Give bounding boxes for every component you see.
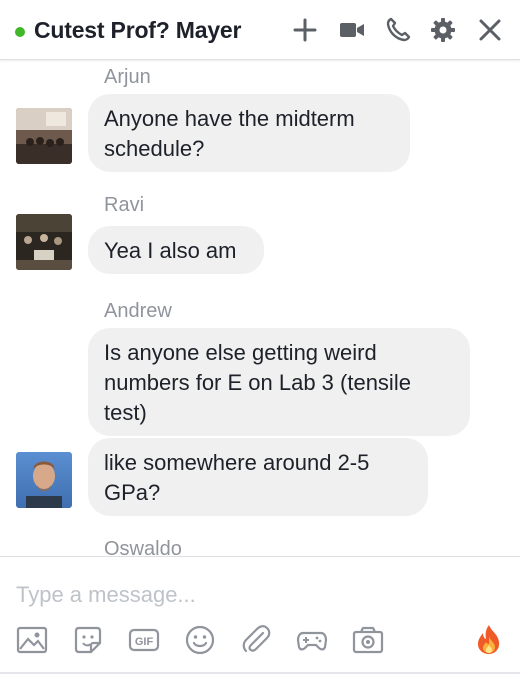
close-icon[interactable] bbox=[476, 16, 504, 44]
gear-icon[interactable] bbox=[429, 16, 457, 44]
game-controller-icon[interactable] bbox=[295, 623, 329, 657]
sender-name: Oswaldo bbox=[104, 538, 182, 556]
image-icon[interactable] bbox=[15, 623, 49, 657]
message-bubble[interactable]: like somewhere around 2-5 GPa? bbox=[88, 438, 428, 516]
svg-text:GIF: GIF bbox=[135, 636, 154, 648]
attachment-icon[interactable] bbox=[239, 623, 273, 657]
camera-icon[interactable] bbox=[351, 623, 385, 657]
video-camera-icon[interactable] bbox=[338, 16, 366, 44]
sticker-icon[interactable] bbox=[71, 623, 105, 657]
message-bubble[interactable]: Is anyone else getting weird numbers for… bbox=[88, 328, 470, 436]
plus-icon[interactable] bbox=[291, 16, 319, 44]
sender-name: Andrew bbox=[104, 300, 172, 322]
phone-icon[interactable] bbox=[384, 16, 412, 44]
avatar[interactable] bbox=[16, 214, 72, 270]
emoji-icon[interactable] bbox=[183, 623, 217, 657]
online-status-dot bbox=[15, 27, 25, 37]
sender-name: Ravi bbox=[104, 194, 145, 216]
fire-emoji-icon[interactable] bbox=[472, 623, 506, 657]
message-composer: GIF bbox=[0, 556, 520, 674]
message-list[interactable]: Arjun Anyone have the midterm schedule? … bbox=[0, 60, 520, 556]
sender-name: Arjun bbox=[104, 66, 151, 88]
message-bubble[interactable]: Yea I also am bbox=[88, 226, 264, 274]
message-bubble[interactable]: Anyone have the midterm schedule? bbox=[88, 94, 410, 172]
chat-title[interactable]: Cutest Prof? Mayer bbox=[34, 17, 241, 44]
gif-icon[interactable]: GIF bbox=[127, 623, 161, 657]
message-input[interactable] bbox=[16, 579, 496, 611]
chat-header: Cutest Prof? Mayer bbox=[0, 0, 520, 60]
avatar[interactable] bbox=[16, 108, 72, 164]
avatar[interactable] bbox=[16, 452, 72, 508]
